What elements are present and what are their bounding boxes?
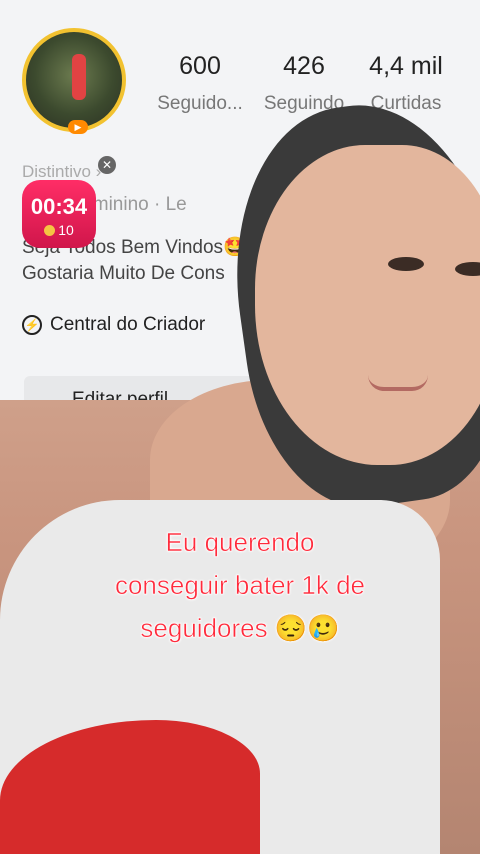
followers-count: 600 xyxy=(179,52,221,80)
badge-link[interactable]: Distintivo › xyxy=(22,162,101,182)
person-mouth xyxy=(368,375,428,391)
coin-icon xyxy=(44,225,56,236)
followers-label: Seguido... xyxy=(157,93,243,114)
countdown-timer[interactable]: 00:34 10 xyxy=(22,180,96,248)
timer-coins: 10 xyxy=(22,222,96,238)
caption-line-2: conseguir bater 1k de xyxy=(114,570,366,601)
coin-count: 10 xyxy=(58,222,74,238)
live-badge-icon: ▶ xyxy=(68,120,88,134)
following-stat[interactable]: 426 Seguindo xyxy=(254,52,354,115)
creator-center-link[interactable]: ⚡ Central do Criador xyxy=(22,314,205,336)
avatar-photo-figure xyxy=(72,54,86,100)
person-eye-left xyxy=(388,257,424,271)
lightning-icon: ⚡ xyxy=(22,315,42,335)
bio-line-2: Gostaria Muito De Cons xyxy=(22,263,225,284)
followers-stat[interactable]: 600 Seguido... xyxy=(150,52,250,115)
caption-line-3: seguidores 😔🥲 xyxy=(140,613,340,644)
avatar[interactable]: ▶ xyxy=(22,28,126,134)
timer-time: 00:34 xyxy=(30,194,88,219)
likes-count: 4,4 mil xyxy=(369,52,443,80)
close-icon[interactable]: ✕ xyxy=(98,156,116,174)
caption-line-1: Eu querendo xyxy=(165,527,315,558)
following-count: 426 xyxy=(283,52,325,80)
creator-center-label: Central do Criador xyxy=(50,314,206,335)
